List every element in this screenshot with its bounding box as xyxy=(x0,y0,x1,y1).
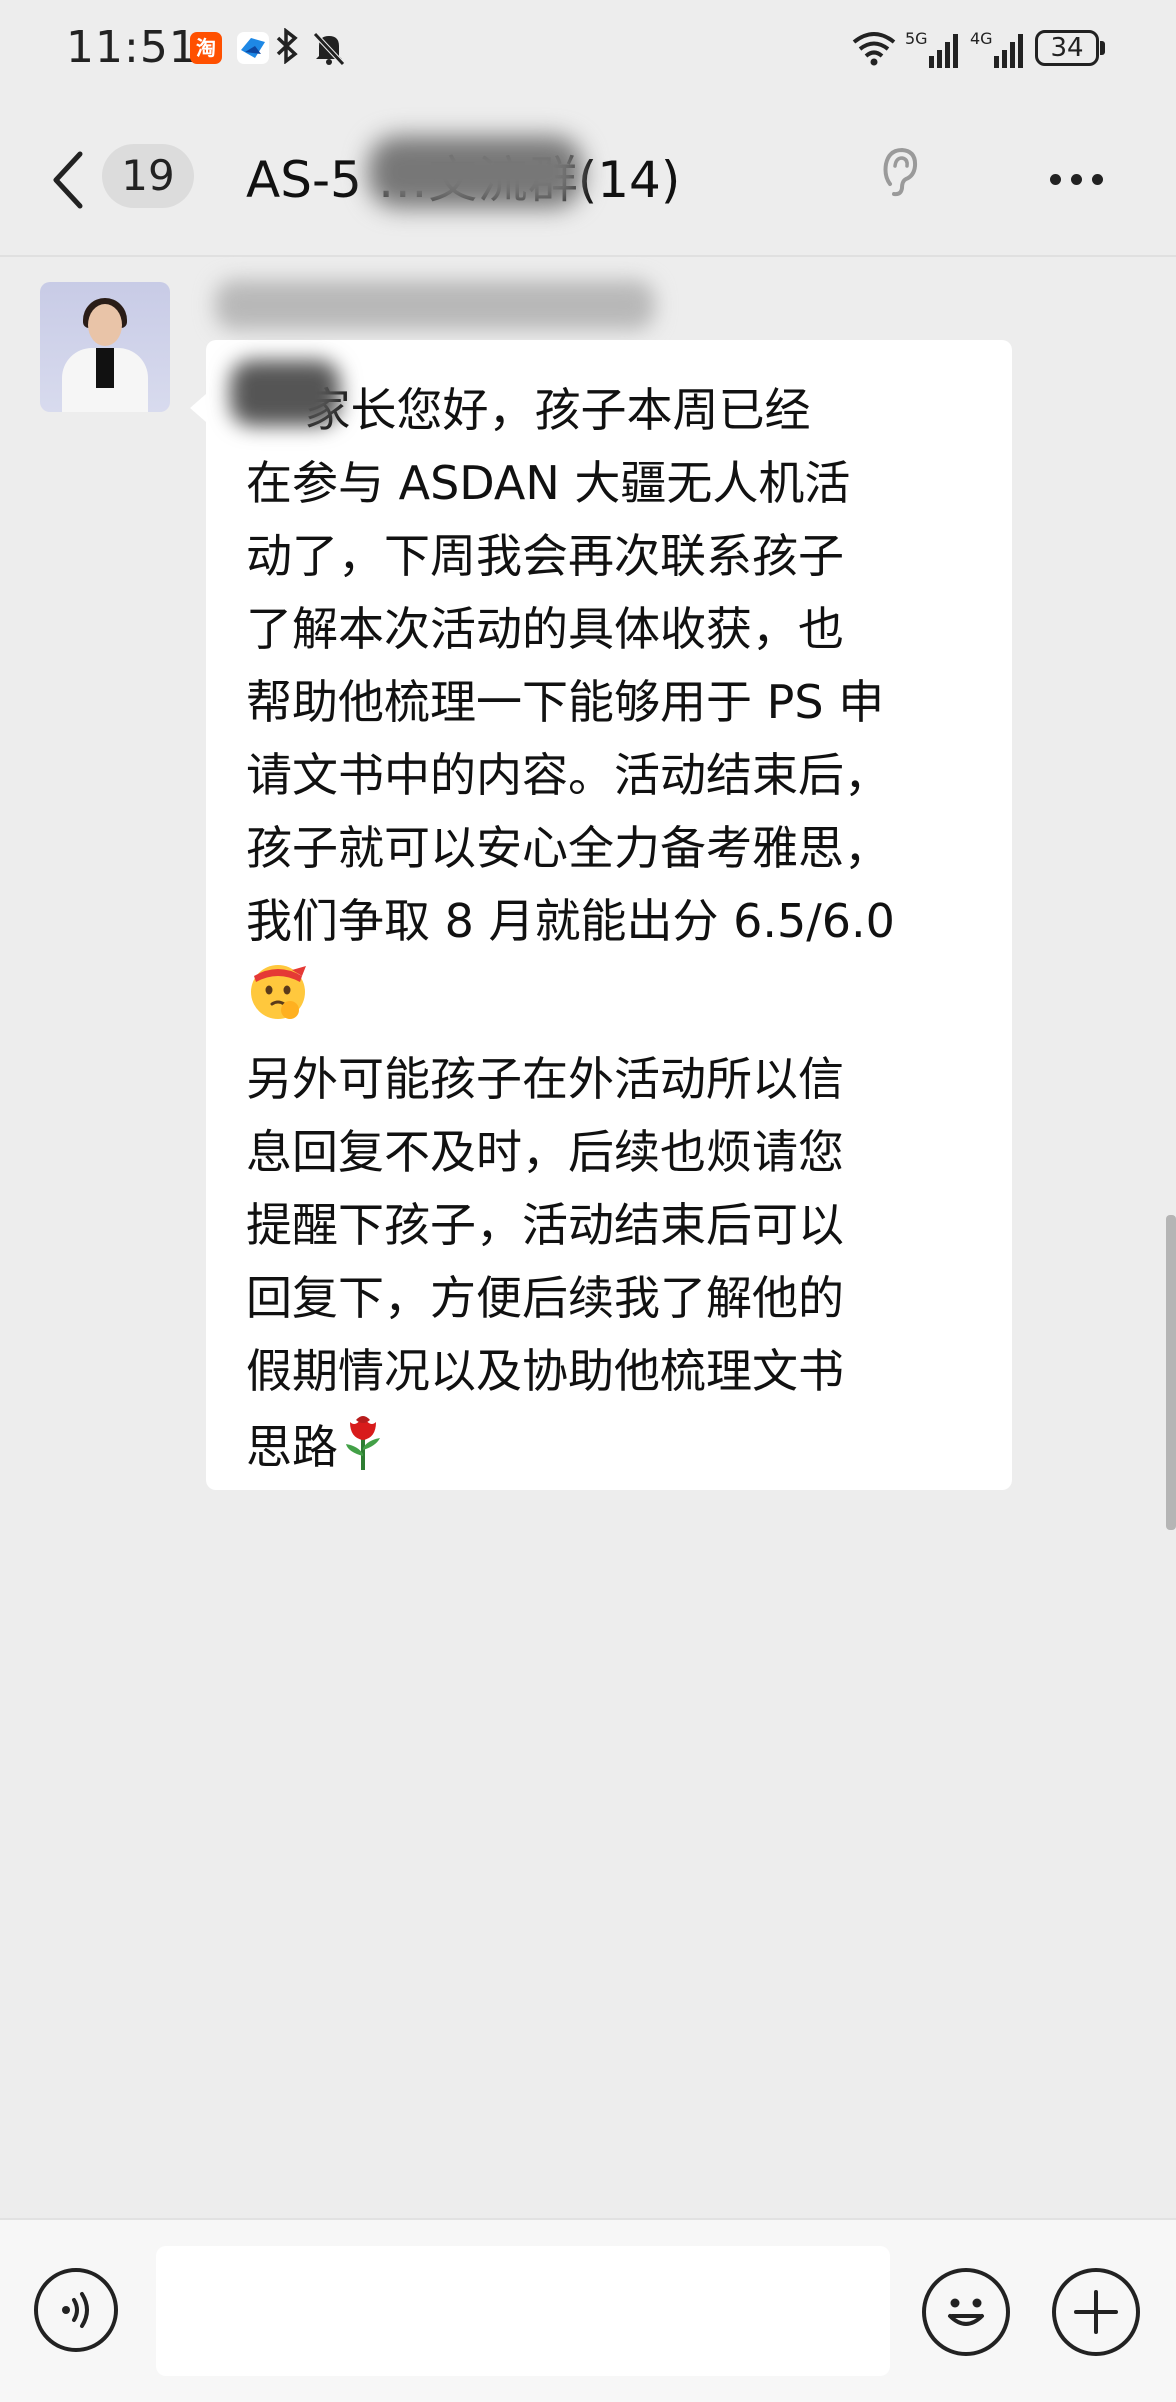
input-bar xyxy=(0,2218,1176,2402)
redacted-name-blur xyxy=(230,360,340,426)
signal-4g-icon: 4G xyxy=(970,28,1028,74)
wifi-icon xyxy=(850,30,898,70)
battery-nub xyxy=(1100,41,1105,55)
emoji-button[interactable] xyxy=(922,2268,1010,2356)
bluetooth-icon xyxy=(275,27,299,73)
plus-icon xyxy=(1074,2290,1118,2334)
back-icon[interactable] xyxy=(50,150,90,214)
status-bar: 11:51 淘 5G 4G 34 xyxy=(0,0,1176,100)
message-text-part-1: 家长您好，孩子本周已经 在参与 ASDAN 大疆无人机活 动了，下周我会再次联系… xyxy=(246,383,895,948)
more-icon[interactable] xyxy=(1050,170,1113,189)
rose-emoji-icon xyxy=(338,1408,388,1493)
scrollbar-thumb[interactable] xyxy=(1166,1215,1176,1530)
redacted-sender-name xyxy=(215,280,655,330)
avatar[interactable] xyxy=(40,282,170,412)
message-app-icon xyxy=(237,32,269,64)
ear-icon xyxy=(880,146,920,202)
message-bubble[interactable]: 家长您好，孩子本周已经 在参与 ASDAN 大疆无人机活 动了，下周我会再次联系… xyxy=(206,340,1012,1490)
redacted-title-blur xyxy=(368,136,583,208)
svg-text:5G: 5G xyxy=(905,29,928,48)
signal-5g-icon: 5G xyxy=(905,28,963,74)
determined-face-emoji-icon xyxy=(246,958,310,1043)
message-text-part-2: 另外可能孩子在外活动所以信 息回复不及时，后续也烦请您 提醒下孩子，活动结束后可… xyxy=(246,1052,844,1474)
bubble-tail xyxy=(190,394,206,422)
battery-indicator: 34 xyxy=(1035,30,1099,66)
svg-text:4G: 4G xyxy=(970,29,993,48)
status-time: 11:51 xyxy=(66,22,198,73)
voice-button[interactable] xyxy=(34,2268,118,2352)
message-input[interactable] xyxy=(156,2246,890,2376)
mute-icon xyxy=(312,30,346,70)
emoji-icon xyxy=(948,2298,984,2326)
message-text: 家长您好，孩子本周已经 在参与 ASDAN 大疆无人机活 动了，下周我会再次联系… xyxy=(246,374,986,1493)
unread-count-badge[interactable]: 19 xyxy=(102,144,194,208)
plus-button[interactable] xyxy=(1052,2268,1140,2356)
chat-header: 19 AS-5 …交流群(14) xyxy=(0,100,1176,257)
voice-icon xyxy=(62,2292,89,2328)
taobao-icon: 淘 xyxy=(190,32,222,64)
